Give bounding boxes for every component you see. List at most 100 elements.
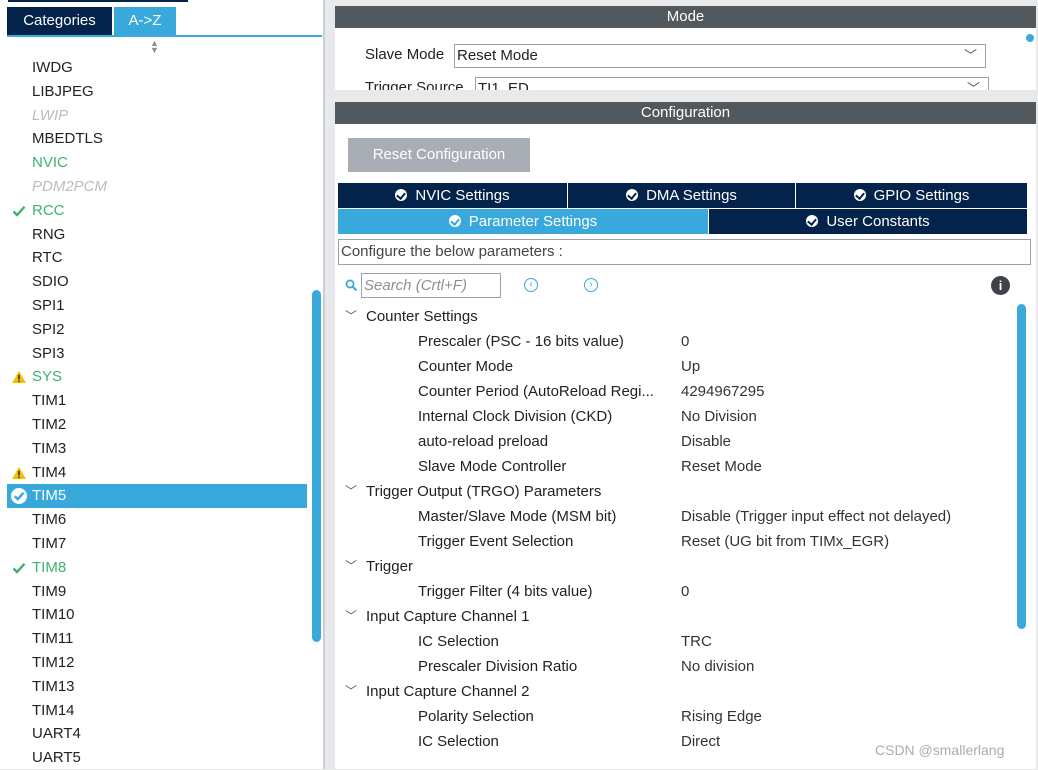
peripheral-item-spi2[interactable]: SPI2 (7, 318, 307, 342)
parameter-group[interactable]: ﹀ Trigger (335, 554, 1015, 579)
peripheral-label: TIM8 (32, 558, 67, 576)
parameter-value[interactable]: Direct (681, 729, 720, 754)
parameter-value[interactable]: 0 (681, 329, 689, 354)
parameter-name: Prescaler (PSC - 16 bits value) (418, 333, 624, 350)
search-input[interactable]: Search (Crtl+F) (361, 273, 501, 298)
parameter-group[interactable]: ﹀ Input Capture Channel 2 (335, 679, 1015, 704)
peripheral-item-libjpeg[interactable]: LIBJPEG (7, 80, 307, 104)
parameter-value[interactable]: Disable (681, 429, 731, 454)
peripheral-item-tim9[interactable]: TIM9 (7, 580, 307, 604)
tab-nvic-label: NVIC Settings (415, 187, 510, 204)
peripheral-item-tim2[interactable]: TIM2 (7, 413, 307, 437)
peripheral-item-pdm2pcm[interactable]: PDM2PCM (7, 175, 307, 199)
group-label: Trigger (366, 558, 413, 575)
parameter-value[interactable]: Disable (Trigger input effect not delaye… (681, 504, 951, 529)
peripheral-label: RNG (32, 225, 66, 243)
parameter-name: Counter Period (AutoReload Regi... (418, 383, 654, 400)
parameter-value[interactable]: No Division (681, 404, 757, 429)
parameter-row[interactable]: auto-reload preload Disable (335, 429, 1015, 454)
info-icon[interactable]: i (991, 276, 1010, 295)
trigger-source-select[interactable]: TI1_ED ﹀ (475, 77, 989, 90)
parameter-value[interactable]: No division (681, 654, 754, 679)
right-scrollbar[interactable] (1017, 629, 1026, 759)
peripheral-item-tim10[interactable]: TIM10 (7, 603, 307, 627)
peripheral-label: TIM9 (32, 582, 67, 600)
parameter-group[interactable]: ﹀ Counter Settings (335, 304, 1015, 329)
mode-scrollbar[interactable] (1026, 34, 1034, 42)
parameter-row[interactable]: Counter Mode Up (335, 354, 1015, 379)
peripheral-item-spi1[interactable]: SPI1 (7, 294, 307, 318)
peripheral-item-uart5[interactable]: UART5 (7, 746, 307, 770)
peripheral-label: SYS (32, 368, 63, 386)
chevron-down-icon[interactable]: ﹀ (345, 604, 357, 629)
parameter-row[interactable]: Prescaler Division Ratio No division (335, 654, 1015, 679)
parameter-value[interactable]: Up (681, 354, 700, 379)
peripheral-item-rcc[interactable]: RCC (7, 199, 307, 223)
chevron-down-icon[interactable]: ﹀ (345, 679, 357, 704)
peripheral-item-uart4[interactable]: UART4 (7, 722, 307, 746)
tab-user-constants[interactable]: User Constants (709, 209, 1027, 234)
parameter-row[interactable]: Slave Mode Controller Reset Mode (335, 454, 1015, 479)
reset-configuration-button[interactable]: Reset Configuration (348, 138, 530, 172)
tab-nvic-settings[interactable]: NVIC Settings (338, 183, 567, 208)
peripheral-item-tim4[interactable]: TIM4 (7, 461, 307, 485)
chevron-down-icon[interactable]: ﹀ (345, 304, 357, 329)
parameter-value[interactable]: Rising Edge (681, 704, 762, 729)
parameter-value[interactable]: Reset (UG bit from TIMx_EGR) (681, 529, 889, 554)
parameter-row[interactable]: Trigger Filter (4 bits value) 0 (335, 579, 1015, 604)
slave-mode-row: Slave Mode Reset Mode ﹀ (365, 44, 986, 68)
peripheral-item-tim6[interactable]: TIM6 (7, 508, 307, 532)
parameter-value[interactable]: TRC (681, 629, 712, 654)
peripheral-item-tim14[interactable]: TIM14 (7, 699, 307, 723)
right-scrollbar-thumb[interactable] (1017, 304, 1026, 629)
parameter-value[interactable]: 4294967295 (681, 379, 764, 404)
peripheral-item-lwip[interactable]: LWIP (7, 104, 307, 128)
configuration-panel: Reset Configuration NVIC Settings DMA Se… (335, 124, 1036, 769)
tab-gpio-settings[interactable]: GPIO Settings (796, 183, 1027, 208)
parameter-tree: ﹀ Counter Settings Prescaler (PSC - 16 bit… (335, 304, 1015, 754)
peripheral-item-tim13[interactable]: TIM13 (7, 675, 307, 699)
left-scrollbar-thumb[interactable] (312, 290, 321, 642)
parameter-name: auto-reload preload (418, 433, 549, 450)
tab-parameter-settings[interactable]: Parameter Settings (338, 209, 708, 234)
parameter-row[interactable]: Counter Period (AutoReload Regi... 429496… (335, 379, 1015, 404)
peripheral-item-iwdg[interactable]: IWDG (7, 56, 307, 80)
parameter-value[interactable]: 0 (681, 579, 689, 604)
parameter-value[interactable]: Reset Mode (681, 454, 762, 479)
peripheral-item-sys[interactable]: SYS (7, 365, 307, 389)
left-scrollbar[interactable] (312, 58, 321, 763)
peripheral-label: UART4 (32, 725, 81, 743)
parameter-group[interactable]: ﹀ Input Capture Channel 1 (335, 604, 1015, 629)
parameter-row[interactable]: Prescaler (PSC - 16 bits value) 0 (335, 329, 1015, 354)
sort-arrows-icon[interactable]: ▲ ▼ (150, 39, 159, 55)
parameter-row[interactable]: Master/Slave Mode (MSM bit) Disable (Trig… (335, 504, 1015, 529)
chevron-down-icon[interactable]: ﹀ (345, 554, 357, 579)
parameter-name: Trigger Event Selection (418, 533, 574, 550)
parameter-row[interactable]: Internal Clock Division (CKD) No Division (335, 404, 1015, 429)
peripheral-item-rtc[interactable]: RTC (7, 246, 307, 270)
peripheral-item-sdio[interactable]: SDIO (7, 270, 307, 294)
peripheral-item-tim1[interactable]: TIM1 (7, 389, 307, 413)
parameter-group[interactable]: ﹀ Trigger Output (TRGO) Parameters (335, 479, 1015, 504)
parameter-row[interactable]: Trigger Event Selection Reset (UG bit fro… (335, 529, 1015, 554)
peripheral-item-tim7[interactable]: TIM7 (7, 532, 307, 556)
parameter-row[interactable]: Polarity Selection Rising Edge (335, 704, 1015, 729)
chevron-down-icon[interactable]: ﹀ (345, 479, 357, 504)
peripheral-item-tim11[interactable]: TIM11 (7, 627, 307, 651)
tab-a-z[interactable]: A->Z (114, 7, 176, 35)
peripheral-item-tim5[interactable]: TIM5 (7, 484, 307, 509)
peripheral-item-tim3[interactable]: TIM3 (7, 437, 307, 461)
peripheral-item-nvic[interactable]: NVIC (7, 151, 307, 175)
next-arrow-icon[interactable]: › (584, 278, 598, 292)
peripheral-item-spi3[interactable]: SPI3 (7, 342, 307, 366)
previous-arrow-icon[interactable]: ‹ (524, 278, 538, 292)
tab-dma-settings[interactable]: DMA Settings (568, 183, 795, 208)
peripheral-label: TIM13 (32, 677, 75, 695)
peripheral-item-rng[interactable]: RNG (7, 223, 307, 247)
parameter-row[interactable]: IC Selection TRC (335, 629, 1015, 654)
peripheral-item-tim8[interactable]: TIM8 (7, 556, 307, 580)
peripheral-item-mbedtls[interactable]: MBEDTLS (7, 127, 307, 151)
peripheral-item-tim12[interactable]: TIM12 (7, 651, 307, 675)
slave-mode-select[interactable]: Reset Mode ﹀ (454, 44, 986, 68)
tab-categories[interactable]: Categories (7, 7, 112, 35)
